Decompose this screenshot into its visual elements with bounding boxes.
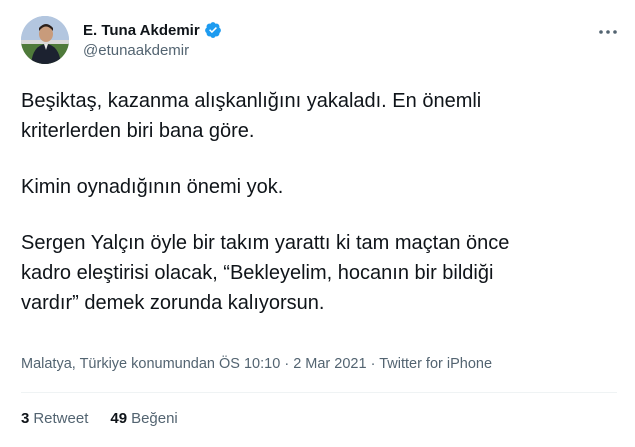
tweet-paragraph: Kimin oynadığının önemi yok. (21, 172, 611, 202)
tweet-date[interactable]: 2 Mar 2021 (293, 356, 366, 372)
tweet-line: Sergen Yalçın öyle bir takım yarattı ki … (21, 232, 510, 254)
tweet-location: Malatya, Türkiye konumundan (21, 356, 215, 372)
tweet-line: Kimin oynadığının önemi yok. (21, 176, 284, 198)
author-name-row[interactable]: E. Tuna Akdemir (83, 21, 222, 39)
tweet-line: kriterlerden biri bana göre. (21, 120, 255, 142)
likes-label: Beğeni (131, 410, 178, 427)
likes-stat[interactable]: 49 Beğeni (110, 410, 177, 427)
tweet-paragraph: Sergen Yalçın öyle bir takım yarattı ki … (21, 228, 611, 318)
more-dots-icon[interactable] (596, 24, 620, 40)
retweets-count: 3 (21, 410, 30, 427)
tweet-time[interactable]: ÖS 10:10 (219, 356, 280, 372)
meta-separator: · (370, 356, 376, 372)
retweets-label: Retweet (33, 410, 89, 427)
tweet-meta: Malatya, Türkiye konumundan ÖS 10:10 · 2… (21, 356, 492, 372)
tweet-source[interactable]: Twitter for iPhone (379, 356, 492, 372)
meta-separator: · (284, 356, 290, 372)
tweet-stats: 3 Retweet 49 Beğeni (21, 410, 178, 427)
tweet-line: vardır” demek zorunda kalıyorsun. (21, 292, 325, 314)
avatar-photo (21, 16, 69, 64)
verified-badge-icon (204, 21, 222, 39)
author-handle[interactable]: @etunaakdemir (83, 42, 189, 59)
author-display-name[interactable]: E. Tuna Akdemir (83, 22, 200, 39)
tweet-paragraph: Beşiktaş, kazanma alışkanlığını yakaladı… (21, 86, 611, 146)
divider (21, 392, 617, 393)
tweet-line: kadro eleştirisi olacak, “Bekleyelim, ho… (21, 262, 494, 284)
likes-count: 49 (110, 410, 128, 427)
retweets-stat[interactable]: 3 Retweet (21, 410, 88, 427)
tweet-line: Beşiktaş, kazanma alışkanlığını yakaladı… (21, 90, 482, 112)
tweet-card: E. Tuna Akdemir @etunaakdemir Beşiktaş, … (0, 0, 635, 447)
avatar[interactable] (21, 16, 69, 64)
tweet-text: Beşiktaş, kazanma alışkanlığını yakaladı… (21, 86, 611, 344)
